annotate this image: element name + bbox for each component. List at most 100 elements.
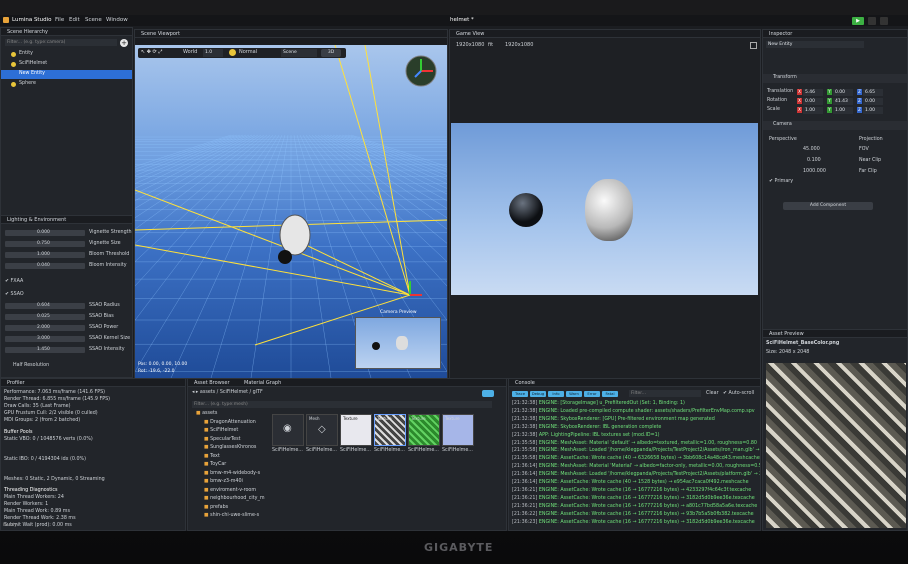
asset-filter-input[interactable]: Filter... (e.g. type:mesh) xyxy=(192,401,492,408)
snap-value-input[interactable]: 1.0 xyxy=(203,49,223,57)
filter-info-chip[interactable]: Info xyxy=(548,391,564,397)
ssao-radius-slider[interactable]: 0.604 xyxy=(5,303,85,309)
perspective-option[interactable]: Perspective xyxy=(769,137,797,143)
folder-item[interactable]: ■ ToyCar xyxy=(204,462,226,468)
ssao-intensity-slider[interactable]: 1.450 xyxy=(5,347,85,353)
filter-trace-chip[interactable]: Trace xyxy=(512,391,528,397)
maximize-icon[interactable] xyxy=(750,42,757,49)
ssao-checkbox[interactable]: ✔ SSAO xyxy=(5,292,24,298)
camera-header[interactable]: Camera xyxy=(763,121,907,130)
rotation-y-field[interactable]: 41.43 xyxy=(833,98,853,105)
menu-scene[interactable]: Scene xyxy=(85,17,102,24)
clear-button[interactable]: Clear xyxy=(706,391,719,397)
asset-thumb[interactable]: Texture xyxy=(442,414,474,446)
near-clip-field[interactable]: 0.100 xyxy=(807,158,821,164)
near-clip-label: Near Clip xyxy=(859,158,882,163)
folder-item[interactable]: ■ bmw-z3-m40i xyxy=(204,479,243,485)
hierarchy-item-selected[interactable]: New Entity xyxy=(1,70,132,79)
folder-item[interactable]: ■ shin-chi-uwe-slime-s xyxy=(204,513,259,519)
translation-z-field[interactable]: 6.65 xyxy=(863,89,883,96)
pause-icon[interactable] xyxy=(868,17,876,25)
select-tool-icon[interactable]: ↖ ✥ ⟳ ⤢ xyxy=(141,50,162,55)
asset-thumb[interactable]: Texture xyxy=(340,414,372,446)
asset-thumb[interactable]: ◉ xyxy=(272,414,304,446)
console-filter-input[interactable]: Filter... xyxy=(629,390,701,397)
autoscroll-checkbox[interactable]: ✔ Auto-scroll xyxy=(723,391,754,397)
sphere-model[interactable] xyxy=(278,250,292,264)
scale-y-field[interactable]: 1.00 xyxy=(833,107,853,114)
bloom-intensity-slider[interactable]: 0.040 xyxy=(5,263,85,269)
folder-item[interactable]: ■ neighbourhood_city_m xyxy=(204,496,265,502)
game-view-canvas[interactable] xyxy=(451,123,758,295)
view-toggle[interactable] xyxy=(482,390,494,397)
bloom-threshold-slider[interactable]: 1.000 xyxy=(5,252,85,258)
folder-item[interactable]: ■ prefabs xyxy=(204,505,228,511)
ssao-power-slider[interactable]: 2.000 xyxy=(5,325,85,331)
translation-x-field[interactable]: 5.46 xyxy=(803,89,823,96)
asset-thumb-selected[interactable]: Texture xyxy=(374,414,406,446)
folder-icon: ■ xyxy=(204,436,209,442)
scale-z-field[interactable]: 1.00 xyxy=(863,107,883,114)
dimension-toggle[interactable]: 3D xyxy=(321,49,341,57)
scale-x-field[interactable]: 1.00 xyxy=(803,107,823,114)
stop-icon[interactable] xyxy=(880,17,888,25)
panel-header: Asset Browser Material Graph xyxy=(188,379,506,387)
add-entity-icon[interactable]: + xyxy=(120,39,128,47)
fit-toggle[interactable]: fit xyxy=(488,43,493,48)
folder-item[interactable]: ■ DragonAttenuation xyxy=(204,420,256,426)
hierarchy-search-input[interactable]: Filter... (e.g. type:camera) xyxy=(5,39,117,46)
hierarchy-item[interactable]: Entity xyxy=(1,50,132,59)
view-select[interactable]: Scene xyxy=(281,49,317,57)
add-component-button[interactable]: Add Component xyxy=(783,202,873,210)
eye-icon: ◉ xyxy=(283,423,292,434)
console-log-line: [21:36:21] ENGINE: AssetCache: Wrote cac… xyxy=(512,487,752,493)
hierarchy-item[interactable]: SciFiHelmet xyxy=(1,60,132,69)
preview-file-name: SciFiHelmet_BaseColor.png xyxy=(766,341,840,346)
ssao-bias-slider[interactable]: 0.025 xyxy=(5,314,85,320)
folder-item[interactable]: ■ SciFiHelmet xyxy=(204,428,238,434)
fov-field[interactable]: 45.000 xyxy=(803,147,820,153)
folder-item[interactable]: ■ Text xyxy=(204,454,220,460)
hierarchy-item[interactable]: Sphere xyxy=(1,80,132,89)
filter-debug-chip[interactable]: Debug xyxy=(530,391,546,397)
console-log-line: [21:32:38] APP: LightingPipeline: IBL te… xyxy=(512,432,660,438)
fxaa-checkbox[interactable]: ✔ FXAA xyxy=(5,279,23,285)
filter-error-chip[interactable]: Error xyxy=(584,391,600,397)
menu-file[interactable]: File xyxy=(55,17,64,24)
filter-warn-chip[interactable]: Warn xyxy=(566,391,582,397)
resolution-select[interactable]: 1920x1080 xyxy=(505,43,533,48)
folder-item[interactable]: ■ bmw-m4-widebody-s xyxy=(204,471,260,477)
console-log-line: [21:35:58] ENGINE: MeshAsset: Loaded '/h… xyxy=(512,448,760,454)
console-log-line: [21:32:38] ENGINE: SkyboxRenderer: IBL g… xyxy=(512,424,662,430)
asset-thumb[interactable]: Mesh ◇ xyxy=(306,414,338,446)
entity-name-input[interactable]: New Entity xyxy=(766,41,864,48)
folder-icon: ■ xyxy=(196,411,201,416)
far-clip-field[interactable]: 1000.000 xyxy=(803,169,826,175)
translation-y-field[interactable]: 0.00 xyxy=(833,89,853,96)
helmet-model[interactable] xyxy=(279,214,311,256)
transform-header[interactable]: Transform xyxy=(763,74,907,83)
folder-item[interactable]: ■ enviroment-v-room xyxy=(204,488,256,494)
rotation-z-field[interactable]: 0.00 xyxy=(863,98,883,105)
folder-item[interactable]: ■ SpecularTest xyxy=(204,436,241,443)
x-axis-label: X xyxy=(797,107,802,113)
play-icon[interactable]: ▶ xyxy=(852,17,864,25)
breadcrumb[interactable]: ◂ ▸ assets / SciFiHelmet / glTF xyxy=(192,390,263,396)
shading-mode[interactable]: Normal xyxy=(239,50,257,55)
primary-checkbox[interactable]: ✔ Primary xyxy=(769,179,793,185)
panel-title: Profiler xyxy=(7,380,25,386)
scene-viewport-canvas[interactable]: ↖ ✥ ⟳ ⤢ World 1.0 Normal Scene 3D Pos: 0… xyxy=(135,45,447,378)
tab-material-graph[interactable]: Material Graph xyxy=(244,381,281,386)
menu-window[interactable]: Window xyxy=(106,17,128,24)
vignette-size-slider[interactable]: 0.750 xyxy=(5,241,85,247)
ssao-kernel-slider[interactable]: 3.000 xyxy=(5,336,85,342)
inspector-panel: Inspector New Entity Transform Translati… xyxy=(762,29,908,341)
rotation-x-field[interactable]: 0.00 xyxy=(803,98,823,105)
menu-edit[interactable]: Edit xyxy=(69,17,80,24)
asset-thumb[interactable]: Texture xyxy=(408,414,440,446)
filter-fatal-chip[interactable]: Fatal xyxy=(602,391,618,397)
folder-item[interactable]: ■ SunglassesKhronos xyxy=(204,445,256,451)
vignette-strength-slider[interactable]: 0.000 xyxy=(5,230,85,236)
half-resolution-checkbox[interactable]: Half Resolution xyxy=(13,363,49,369)
folder-item[interactable]: ■ assets xyxy=(196,411,217,417)
